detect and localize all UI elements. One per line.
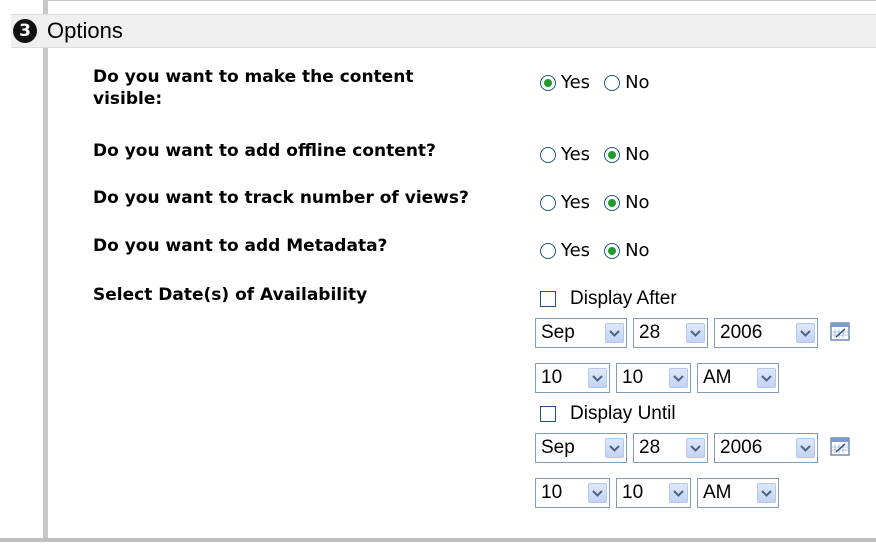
views-yes-label[interactable]: Yes bbox=[561, 192, 590, 213]
visible-no-label[interactable]: No bbox=[625, 72, 649, 93]
until-month-value: Sep bbox=[541, 437, 575, 458]
display-after-label[interactable]: Display After bbox=[570, 288, 677, 310]
views-yes-radio[interactable] bbox=[540, 194, 556, 211]
offline-yes-radio[interactable] bbox=[540, 146, 556, 163]
after-ampm-select[interactable]: AM bbox=[697, 363, 779, 393]
visible-no-radio[interactable] bbox=[604, 74, 621, 91]
metadata-no-label[interactable]: No bbox=[625, 240, 649, 261]
after-year-value: 2006 bbox=[720, 322, 763, 343]
metadata-yes-label[interactable]: Yes bbox=[561, 240, 590, 261]
until-year-select[interactable]: 2006 bbox=[714, 433, 818, 463]
after-minute-select[interactable]: 10 bbox=[616, 363, 691, 393]
question-visible-line1: Do you want to make the content bbox=[93, 67, 414, 87]
metadata-no-radio[interactable] bbox=[604, 242, 621, 259]
display-after-checkbox[interactable] bbox=[540, 291, 556, 307]
chevron-down-icon[interactable] bbox=[686, 323, 705, 343]
after-day-value: 28 bbox=[639, 322, 661, 343]
question-visible-label: Do you want to make the content visible: bbox=[93, 66, 413, 110]
chevron-down-icon[interactable] bbox=[588, 483, 607, 503]
display-until-time-row: 10 10 AM bbox=[535, 478, 785, 508]
question-offline-text: Do you want to add offline content? bbox=[93, 141, 436, 161]
chevron-down-icon[interactable] bbox=[796, 438, 815, 458]
display-after-date-row: Sep 28 2006 bbox=[535, 318, 850, 348]
chevron-down-icon[interactable] bbox=[669, 483, 688, 503]
question-offline-label: Do you want to add offline content? bbox=[93, 140, 436, 162]
question-metadata-text: Do you want to add Metadata? bbox=[93, 236, 388, 256]
after-day-select[interactable]: 28 bbox=[633, 318, 708, 348]
question-visible-line2: visible: bbox=[93, 89, 163, 109]
until-day-select[interactable]: 28 bbox=[633, 433, 708, 463]
metadata-yes-radio[interactable] bbox=[540, 242, 556, 259]
question-views-text: Do you want to track number of views? bbox=[93, 188, 469, 208]
chevron-down-icon[interactable] bbox=[605, 438, 624, 458]
section-left-border bbox=[43, 0, 48, 540]
until-hour-value: 10 bbox=[541, 482, 563, 503]
chevron-down-icon[interactable] bbox=[757, 368, 776, 388]
calendar-icon[interactable] bbox=[830, 321, 850, 346]
offline-yes-label[interactable]: Yes bbox=[561, 144, 590, 165]
step-number-icon: 3 bbox=[13, 19, 37, 43]
section-top-border bbox=[48, 0, 876, 9]
display-until-checkbox[interactable] bbox=[540, 406, 556, 422]
chevron-down-icon[interactable] bbox=[757, 483, 776, 503]
chevron-down-icon[interactable] bbox=[796, 323, 815, 343]
display-after-row: Display After bbox=[540, 288, 677, 310]
visible-yes-radio[interactable] bbox=[540, 74, 556, 91]
offline-no-label[interactable]: No bbox=[625, 144, 649, 165]
views-radio-group: Yes No bbox=[540, 192, 664, 213]
display-until-date-row: Sep 28 2006 bbox=[535, 433, 850, 463]
options-section-header: 3 Options bbox=[11, 14, 876, 48]
metadata-radio-group: Yes No bbox=[540, 240, 664, 261]
section-bottom-border bbox=[0, 538, 876, 542]
after-ampm-value: AM bbox=[703, 367, 732, 388]
display-until-label[interactable]: Display Until bbox=[570, 403, 676, 425]
visible-radio-group: Yes No bbox=[540, 72, 664, 93]
after-hour-value: 10 bbox=[541, 367, 563, 388]
chevron-down-icon[interactable] bbox=[588, 368, 607, 388]
chevron-down-icon[interactable] bbox=[686, 438, 705, 458]
display-until-row: Display Until bbox=[540, 403, 676, 425]
after-minute-value: 10 bbox=[622, 367, 644, 388]
availability-label: Select Date(s) of Availability bbox=[93, 284, 367, 306]
views-no-label[interactable]: No bbox=[625, 192, 649, 213]
after-month-select[interactable]: Sep bbox=[535, 318, 627, 348]
visible-yes-label[interactable]: Yes bbox=[561, 72, 590, 93]
display-after-time-row: 10 10 AM bbox=[535, 363, 785, 393]
availability-label-text: Select Date(s) of Availability bbox=[93, 285, 368, 305]
after-year-select[interactable]: 2006 bbox=[714, 318, 818, 348]
until-month-select[interactable]: Sep bbox=[535, 433, 627, 463]
until-day-value: 28 bbox=[639, 437, 661, 458]
question-views-label: Do you want to track number of views? bbox=[93, 187, 469, 209]
until-ampm-value: AM bbox=[703, 482, 732, 503]
until-year-value: 2006 bbox=[720, 437, 763, 458]
section-title: Options bbox=[47, 18, 123, 43]
until-ampm-select[interactable]: AM bbox=[697, 478, 779, 508]
chevron-down-icon[interactable] bbox=[605, 323, 624, 343]
views-no-radio[interactable] bbox=[604, 194, 621, 211]
question-metadata-label: Do you want to add Metadata? bbox=[93, 235, 387, 257]
until-minute-value: 10 bbox=[622, 482, 644, 503]
after-hour-select[interactable]: 10 bbox=[535, 363, 610, 393]
calendar-icon[interactable] bbox=[830, 436, 850, 461]
offline-radio-group: Yes No bbox=[540, 144, 664, 165]
offline-no-radio[interactable] bbox=[604, 146, 621, 163]
until-minute-select[interactable]: 10 bbox=[616, 478, 691, 508]
until-hour-select[interactable]: 10 bbox=[535, 478, 610, 508]
after-month-value: Sep bbox=[541, 322, 575, 343]
chevron-down-icon[interactable] bbox=[669, 368, 688, 388]
